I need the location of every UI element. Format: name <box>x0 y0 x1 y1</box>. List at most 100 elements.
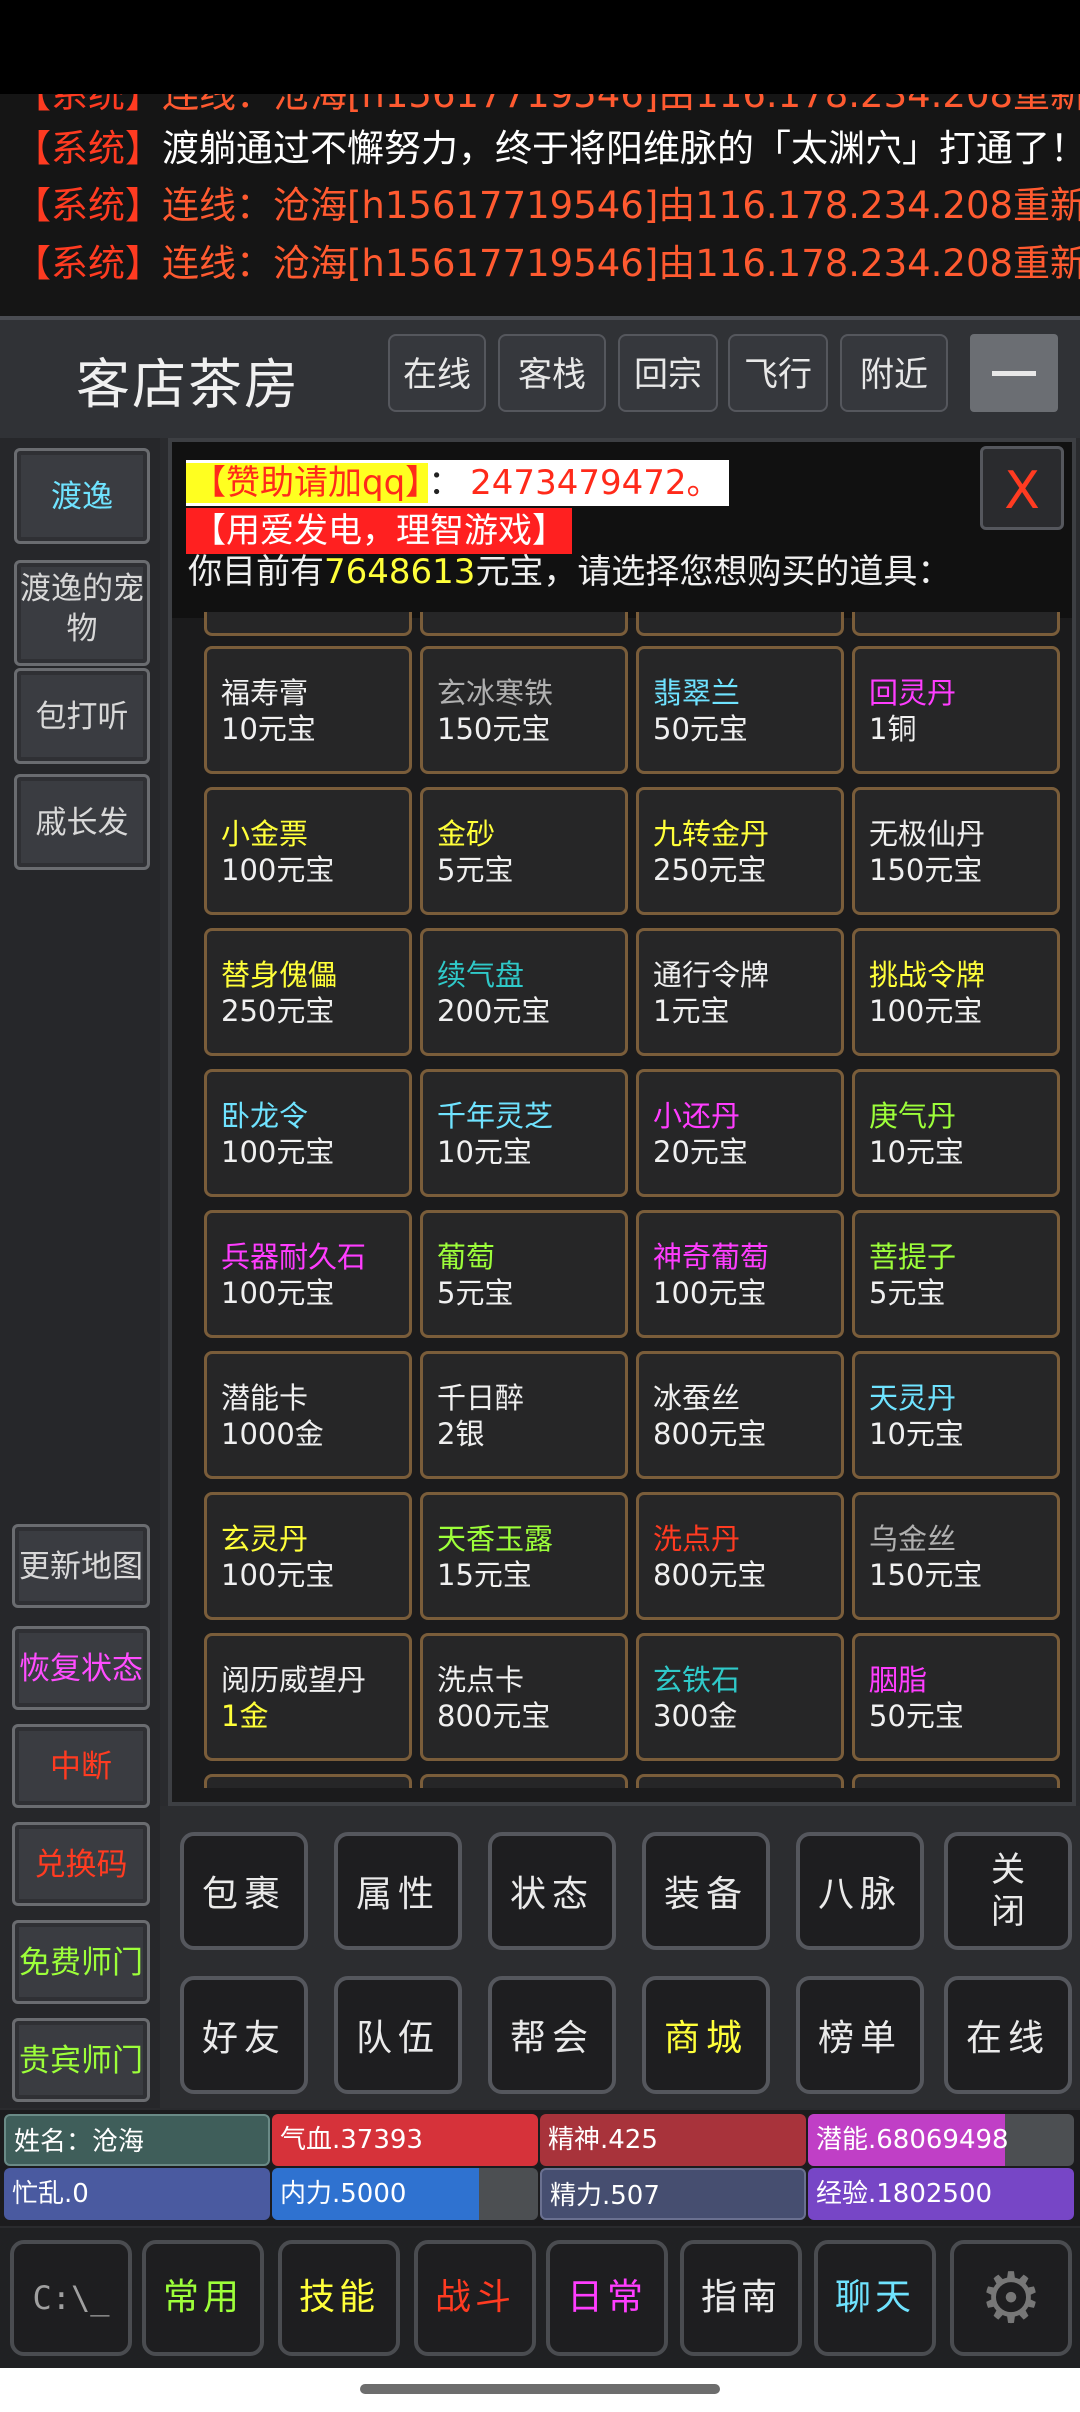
shop-item[interactable]: 潜能卡 1000金 <box>204 1351 412 1479</box>
tab-return-sect[interactable]: 回宗 <box>618 334 718 412</box>
shop-item[interactable]: 天灵丹 10元宝 <box>852 1351 1060 1479</box>
shop-item[interactable]: 小还丹 20元宝 <box>636 1069 844 1197</box>
shop-item[interactable]: 菩提子 5元宝 <box>852 1210 1060 1338</box>
shop-item[interactable]: 福寿膏 10元宝 <box>204 646 412 774</box>
item-name: 天灵丹 <box>869 1381 957 1415</box>
item-name: 金砂 <box>437 817 496 851</box>
shop-item-partial[interactable] <box>420 612 628 636</box>
npc-label: 包打听 <box>35 699 129 735</box>
shop-item[interactable]: 替身傀儡 250元宝 <box>204 928 412 1056</box>
menu-row2-button[interactable]: 榜单 <box>796 1976 924 2094</box>
shop-item-partial[interactable] <box>852 612 1060 636</box>
item-price: 800元宝 <box>653 1417 767 1451</box>
console-button[interactable]: C:\_ <box>10 2240 132 2356</box>
side-action-label: 恢复状态 <box>19 1651 143 1687</box>
item-name: 阅历威望丹 <box>221 1662 409 1698</box>
npc-button[interactable]: 戚长发 <box>14 774 150 870</box>
side-action-button[interactable]: 兑换码 <box>12 1822 150 1906</box>
shop-item[interactable]: 乌金丝 150元宝 <box>852 1492 1060 1620</box>
shop-item[interactable]: 玄冰寒铁 150元宝 <box>420 646 628 774</box>
shop-item[interactable]: 玄铁石 300金 <box>636 1633 844 1761</box>
shop-item[interactable]: 胭脂 50元宝 <box>852 1633 1060 1761</box>
npc-label: 戚长发 <box>35 805 129 841</box>
menu-row2-label: 榜单 <box>817 2018 902 2059</box>
bottom-tab[interactable]: 技能 <box>278 2240 400 2356</box>
side-action-button[interactable]: 更新地图 <box>12 1524 150 1608</box>
shop-item-partial[interactable] <box>204 1774 412 1788</box>
side-action-button[interactable]: 贵宾师门 <box>12 2018 150 2102</box>
item-price: 2银 <box>437 1417 485 1451</box>
shop-item[interactable]: 葡萄 5元宝 <box>420 1210 628 1338</box>
menu-row1-button[interactable]: 八脉 <box>796 1832 924 1950</box>
shop-item-partial[interactable] <box>636 1774 844 1788</box>
shop-item[interactable]: 洗点卡 800元宝 <box>420 1633 628 1761</box>
shop-item[interactable]: 挑战令牌 100元宝 <box>852 928 1060 1056</box>
menu-row1-button[interactable]: 装备 <box>642 1832 770 1950</box>
shop-item[interactable]: 无极仙丹 150元宝 <box>852 787 1060 915</box>
menu-row2-button[interactable]: 在线 <box>944 1976 1072 2094</box>
close-button[interactable]: X <box>980 446 1064 530</box>
side-action-button[interactable]: 中断 <box>12 1724 150 1808</box>
bottom-tab[interactable]: 日常 <box>546 2240 668 2356</box>
shop-item[interactable]: 冰蚕丝 800元宝 <box>636 1351 844 1479</box>
menu-row2-button[interactable]: 队伍 <box>334 1976 462 2094</box>
item-name: 通行令牌 <box>653 958 770 992</box>
menu-row2-label: 帮会 <box>509 2018 594 2059</box>
item-name: 替身傀儡 <box>221 958 338 992</box>
shop-item-partial[interactable] <box>204 612 412 636</box>
shop-item[interactable]: 阅历威望丹 1金 <box>204 1633 412 1761</box>
shop-item[interactable]: 兵器耐久石 100元宝 <box>204 1210 412 1338</box>
shop-item[interactable]: 千日醉 2银 <box>420 1351 628 1479</box>
shop-item[interactable]: 金砂 5元宝 <box>420 787 628 915</box>
shop-item[interactable]: 神奇葡萄 100元宝 <box>636 1210 844 1338</box>
menu-row1-button[interactable]: 属性 <box>334 1832 462 1950</box>
shop-item[interactable]: 续气盘 200元宝 <box>420 928 628 1056</box>
shop-item-partial[interactable] <box>420 1774 628 1788</box>
bottom-tab[interactable]: 常用 <box>142 2240 264 2356</box>
shop-item[interactable]: 玄灵丹 100元宝 <box>204 1492 412 1620</box>
menu-row1-button[interactable]: 状态 <box>488 1832 616 1950</box>
shop-item[interactable]: 小金票 100元宝 <box>204 787 412 915</box>
bottom-tab[interactable]: 指南 <box>680 2240 802 2356</box>
menu-row1-button[interactable]: 包裹 <box>180 1832 308 1950</box>
shop-item[interactable]: 千年灵芝 10元宝 <box>420 1069 628 1197</box>
menu-row1-button[interactable]: 关闭 <box>944 1832 1072 1950</box>
tab-online[interactable]: 在线 <box>388 334 486 412</box>
home-indicator[interactable] <box>360 2384 720 2394</box>
item-name: 续气盘 <box>437 958 525 992</box>
item-price: 100元宝 <box>221 1135 335 1169</box>
shop-item[interactable]: 庚气丹 10元宝 <box>852 1069 1060 1197</box>
menu-row2-button[interactable]: 商城 <box>642 1976 770 2094</box>
item-price: 1元宝 <box>653 994 730 1028</box>
shop-item[interactable]: 九转金丹 250元宝 <box>636 787 844 915</box>
npc-button[interactable]: 渡逸的宠物 <box>14 560 150 666</box>
side-action-button[interactable]: 免费师门 <box>12 1920 150 2004</box>
item-price: 200元宝 <box>437 994 551 1028</box>
shop-item[interactable]: 回灵丹 1铜 <box>852 646 1060 774</box>
npc-button[interactable]: 包打听 <box>14 668 150 764</box>
item-name: 小还丹 <box>653 1099 741 1133</box>
bottom-tab[interactable]: 聊天 <box>814 2240 936 2356</box>
tab-inn[interactable]: 客栈 <box>498 334 606 412</box>
shop-item[interactable]: 通行令牌 1元宝 <box>636 928 844 1056</box>
tab-nearby[interactable]: 附近 <box>840 334 948 412</box>
item-price: 20元宝 <box>653 1135 748 1169</box>
collapse-menu-button[interactable] <box>970 334 1058 412</box>
menu-row2-button[interactable]: 好友 <box>180 1976 308 2094</box>
menu-row1-label: 包裹 <box>201 1874 286 1915</box>
shop-item-partial[interactable] <box>852 1774 1060 1788</box>
gear-icon[interactable]: ⚙ <box>950 2240 1072 2356</box>
shop-item-partial[interactable] <box>636 612 844 636</box>
item-price: 10元宝 <box>869 1417 964 1451</box>
tab-fly[interactable]: 飞行 <box>728 334 828 412</box>
log-line: 【系统】渡躺通过不懈努力，终于将阳维脉的「太渊穴」打通了！ <box>14 127 1080 170</box>
menu-row1-label: 八脉 <box>817 1874 902 1915</box>
side-action-button[interactable]: 恢复状态 <box>12 1626 150 1710</box>
npc-button[interactable]: 渡逸 <box>14 448 150 544</box>
bottom-tab[interactable]: 战斗 <box>414 2240 536 2356</box>
shop-item[interactable]: 翡翠兰 50元宝 <box>636 646 844 774</box>
shop-item[interactable]: 天香玉露 15元宝 <box>420 1492 628 1620</box>
shop-item[interactable]: 洗点丹 800元宝 <box>636 1492 844 1620</box>
shop-item[interactable]: 卧龙令 100元宝 <box>204 1069 412 1197</box>
menu-row2-button[interactable]: 帮会 <box>488 1976 616 2094</box>
